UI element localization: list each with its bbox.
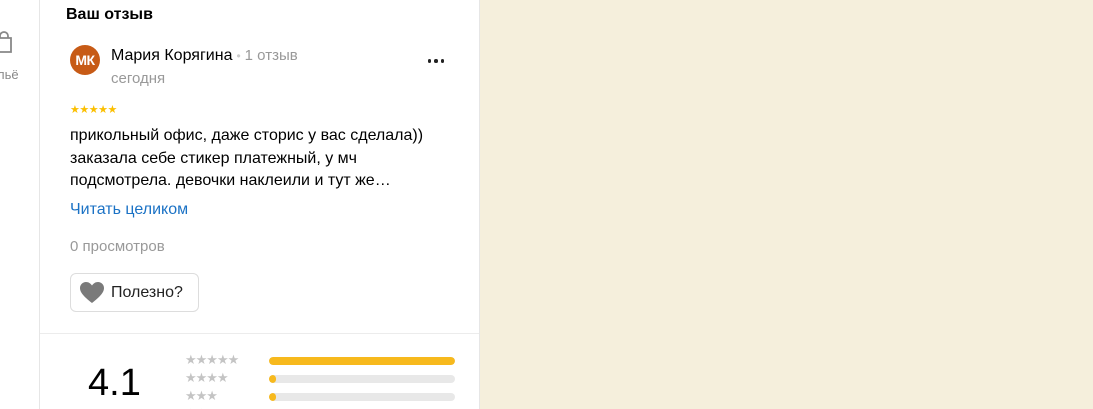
read-more-link[interactable]: Читать целиком	[70, 201, 188, 219]
heart-icon	[80, 281, 104, 303]
review-text-line: заказала себе стикер платежный, у мч	[70, 149, 358, 167]
more-options-button[interactable]	[424, 52, 448, 70]
review-date: сегодня	[111, 70, 166, 87]
rating-bar-track	[269, 393, 455, 401]
rating-row-stars: ★★★★★	[185, 352, 239, 367]
dot-icon	[434, 59, 438, 63]
rating-bar-fill	[269, 357, 455, 365]
rating-row-stars: ★★★★	[185, 370, 229, 385]
average-rating: 4.1	[88, 362, 141, 404]
left-rail: льё	[0, 0, 40, 409]
author-line: Мария Корягина • 1 отзыв	[111, 47, 298, 65]
review-panel: Ваш отзыв МК Мария Корягина • 1 отзыв сего…	[40, 0, 480, 409]
divider	[40, 333, 479, 334]
separator-dot: •	[236, 48, 241, 63]
dot-icon	[440, 59, 445, 63]
rating-bar-fill	[269, 375, 277, 383]
review-stars: ★★★★★	[70, 104, 117, 116]
rating-bar-track	[269, 357, 455, 365]
helpful-label: Полезно?	[111, 283, 183, 301]
rating-bar-track	[269, 375, 455, 383]
rating-bar-fill	[269, 393, 277, 401]
review-text: прикольный офис, даже сторис у вас сдела…	[70, 125, 460, 193]
dot-icon	[427, 59, 432, 63]
author-review-count: 1 отзыв	[244, 47, 298, 64]
review-text-line: подсмотрела. девочки наклеили и тут же…	[70, 172, 391, 189]
author-name[interactable]: Мария Корягина	[111, 47, 232, 64]
rating-row-stars: ★★★	[185, 388, 218, 403]
avatar[interactable]: МК	[70, 45, 100, 75]
section-title: Ваш отзыв	[66, 6, 153, 23]
review-text-line: прикольный офис, даже сторис у вас сдела…	[70, 127, 424, 144]
helpful-button[interactable]: Полезно?	[70, 273, 199, 312]
views-count: 0 просмотров	[70, 238, 165, 255]
sidebar-label[interactable]: льё	[0, 67, 19, 82]
shopping-bag-icon[interactable]	[0, 30, 14, 54]
